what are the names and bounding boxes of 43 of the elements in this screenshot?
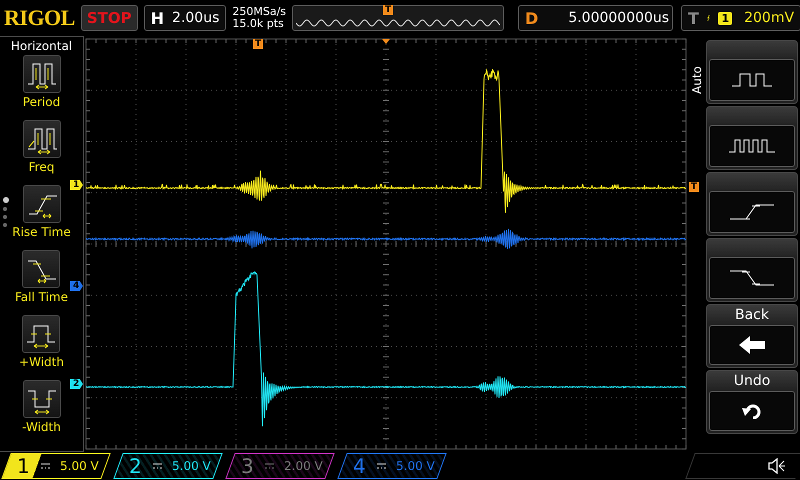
channel-number: 2 [129, 454, 143, 478]
softkey[interactable]: Back [706, 304, 798, 368]
channel-tab[interactable]: 2 5.00 V [113, 453, 223, 479]
measure-item[interactable]: Freq [22, 120, 60, 185]
measure-label: Rise Time [12, 225, 71, 239]
measure-label: Fall Time [14, 290, 68, 304]
channel-number: 3 [241, 454, 255, 478]
measure-item[interactable]: Period [22, 55, 60, 120]
menu-side-label: Auto [690, 65, 704, 94]
delay-box[interactable]: D 5.00000000us [518, 5, 674, 31]
measure-item[interactable]: Rise Time [12, 185, 71, 250]
channel-marker[interactable]: 2 [70, 379, 83, 389]
channel-marker[interactable]: 4 [70, 281, 83, 291]
softkey-label: Back [734, 306, 770, 325]
menu-title: Horizontal [10, 39, 72, 53]
trigger-level-marker: T [688, 182, 699, 192]
measure-label: Period [22, 95, 60, 109]
trigger-position-marker: T [253, 39, 264, 49]
softkey[interactable]: Undo [706, 370, 798, 434]
channel-tab[interactable]: 1 5.00 V [1, 453, 111, 479]
timebase-box[interactable]: H 2.00us [144, 5, 226, 31]
channel-scale: 5.00 V [396, 459, 435, 473]
channel-scale: 2.00 V [284, 459, 323, 473]
trigger-source: 1 [718, 12, 732, 24]
brand-logo: RIGOL [4, 5, 75, 31]
softkey-label: Undo [732, 372, 772, 391]
measure-item[interactable]: -Width [22, 380, 61, 445]
channel-number: 4 [353, 454, 367, 478]
channel-marker[interactable]: 1 [70, 180, 83, 190]
channel-tab[interactable]: 3 2.00 V [225, 453, 335, 479]
measure-label: Freq [28, 160, 54, 174]
sample-rate: 250MSa/s [232, 6, 286, 18]
measure-item[interactable]: Fall Time [14, 250, 68, 315]
channel-scale: 5.00 V [60, 459, 99, 473]
measure-label: +Width [19, 355, 64, 369]
trigger-box[interactable]: T 1 200mV [681, 5, 800, 31]
measure-item[interactable]: +Width [19, 315, 64, 380]
channel-tab[interactable]: 4 5.00 V [337, 453, 447, 479]
measure-label: -Width [22, 420, 61, 434]
channel-number: 1 [17, 454, 31, 478]
memory-depth: 15.0k pts [232, 18, 285, 30]
trigger-position-marker: T [383, 5, 394, 15]
channel-scale: 5.00 V [172, 459, 211, 473]
